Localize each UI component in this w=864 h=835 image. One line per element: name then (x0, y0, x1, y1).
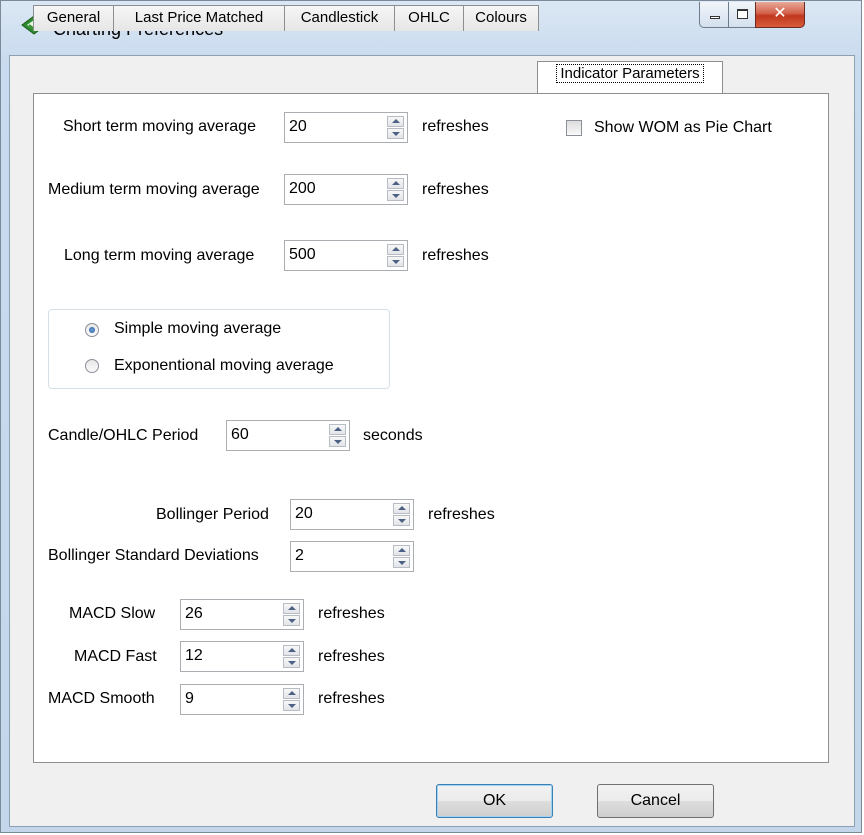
tab-general[interactable]: General (33, 5, 114, 31)
tab-last-price-matched[interactable]: Last Price Matched (113, 5, 285, 31)
bollinger-stddev-value[interactable]: 2 (295, 547, 304, 565)
simple-ma-radio[interactable] (85, 323, 99, 337)
tab-colours[interactable]: Colours (463, 5, 539, 31)
short-ma-spinner[interactable]: 20 (284, 112, 408, 143)
candle-period-unit: seconds (363, 427, 423, 444)
exponential-ma-radio[interactable] (85, 359, 99, 373)
medium-ma-label: Medium term moving average (48, 181, 260, 198)
show-wom-checkbox[interactable] (566, 120, 582, 136)
spin-down-icon[interactable] (283, 657, 300, 668)
spin-down-icon[interactable] (329, 436, 346, 447)
tab-label: General (46, 9, 101, 26)
macd-smooth-label: MACD Smooth (48, 690, 155, 707)
tab-ohlc[interactable]: OHLC (394, 5, 464, 31)
short-ma-value[interactable]: 20 (289, 118, 307, 136)
medium-ma-value[interactable]: 200 (289, 180, 316, 198)
medium-ma-spinner[interactable]: 200 (284, 174, 408, 205)
spin-down-icon[interactable] (387, 190, 404, 201)
bollinger-stddev-spinner[interactable]: 2 (290, 541, 414, 572)
show-wom-label[interactable]: Show WOM as Pie Chart (594, 119, 772, 137)
maximize-icon (737, 9, 748, 19)
macd-smooth-unit: refreshes (318, 690, 385, 707)
spin-up-icon[interactable] (393, 503, 410, 514)
exponential-ma-label[interactable]: Exponentional moving average (114, 357, 334, 375)
long-ma-value[interactable]: 500 (289, 246, 316, 264)
tab-candlestick[interactable]: Candlestick (284, 5, 395, 31)
cancel-button[interactable]: Cancel (597, 784, 714, 818)
tab-label: Colours (475, 9, 527, 26)
bollinger-stddev-label: Bollinger Standard Deviations (48, 547, 259, 564)
spin-down-icon[interactable] (393, 557, 410, 568)
spin-down-icon[interactable] (283, 615, 300, 626)
medium-ma-unit: refreshes (422, 181, 489, 198)
macd-smooth-value[interactable]: 9 (185, 690, 194, 708)
macd-slow-label: MACD Slow (69, 605, 156, 622)
candle-period-value[interactable]: 60 (231, 426, 249, 444)
macd-slow-value[interactable]: 26 (185, 605, 203, 623)
close-icon: ✕ (773, 3, 787, 22)
long-ma-unit: refreshes (422, 247, 489, 264)
macd-smooth-spinner[interactable]: 9 (180, 684, 304, 715)
short-ma-unit: refreshes (422, 118, 489, 135)
minimize-button[interactable] (699, 2, 729, 28)
long-ma-label: Long term moving average (64, 247, 255, 264)
spin-up-icon[interactable] (393, 545, 410, 556)
bollinger-period-spinner[interactable]: 20 (290, 499, 414, 530)
charting-preferences-window: Charting Preferences ✕ General Last Pric… (0, 0, 862, 833)
spin-up-icon[interactable] (329, 424, 346, 435)
short-ma-label: Short term moving average (63, 118, 256, 135)
spin-down-icon[interactable] (283, 700, 300, 711)
macd-slow-spinner[interactable]: 26 (180, 599, 304, 630)
long-ma-spinner[interactable]: 500 (284, 240, 408, 271)
macd-fast-spinner[interactable]: 12 (180, 641, 304, 672)
spin-up-icon[interactable] (387, 116, 404, 127)
minimize-icon (710, 16, 720, 19)
candle-period-spinner[interactable]: 60 (226, 420, 350, 451)
spin-up-icon[interactable] (387, 178, 404, 189)
spin-up-icon[interactable] (283, 688, 300, 699)
tab-label: Candlestick (300, 9, 379, 26)
bollinger-period-unit: refreshes (428, 506, 495, 523)
close-button[interactable]: ✕ (755, 2, 805, 28)
maximize-button[interactable] (728, 2, 756, 28)
tab-label: OHLC (408, 9, 450, 26)
spin-down-icon[interactable] (393, 515, 410, 526)
macd-fast-label: MACD Fast (74, 648, 157, 665)
tab-label: Last Price Matched (134, 9, 264, 26)
ok-button[interactable]: OK (436, 784, 553, 818)
bollinger-period-label: Bollinger Period (156, 506, 269, 523)
spin-up-icon[interactable] (283, 645, 300, 656)
macd-fast-unit: refreshes (318, 648, 385, 665)
spin-down-icon[interactable] (387, 256, 404, 267)
macd-fast-value[interactable]: 12 (185, 647, 203, 665)
spin-up-icon[interactable] (283, 603, 300, 614)
tab-label: Indicator Parameters (556, 64, 704, 83)
bollinger-period-value[interactable]: 20 (295, 505, 313, 523)
spin-down-icon[interactable] (387, 128, 404, 139)
simple-ma-label[interactable]: Simple moving average (114, 320, 281, 338)
tab-indicator-parameters[interactable]: Indicator Parameters (537, 61, 723, 93)
macd-slow-unit: refreshes (318, 605, 385, 622)
spin-up-icon[interactable] (387, 244, 404, 255)
candle-period-label: Candle/OHLC Period (48, 427, 199, 444)
